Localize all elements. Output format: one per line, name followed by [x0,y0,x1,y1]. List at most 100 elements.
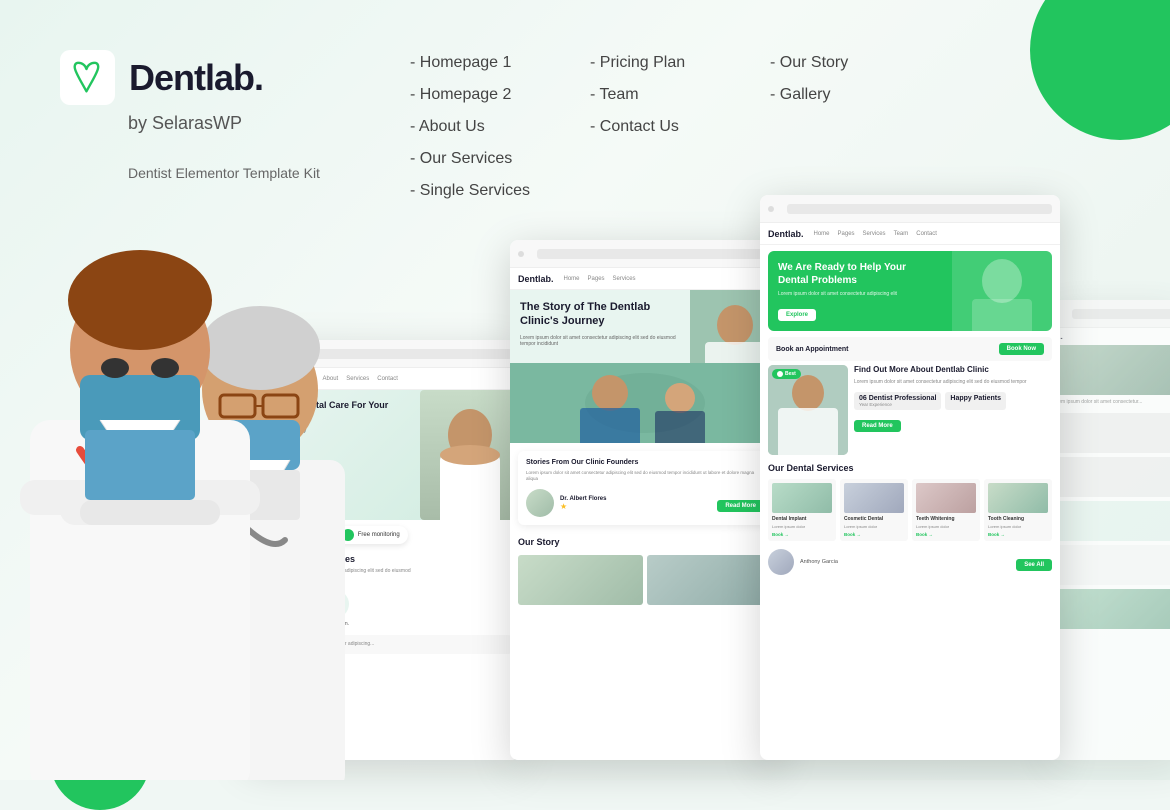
mockup-center-hero-text: Lorem ipsum dolor sit amet consectetur a… [520,335,683,347]
service-btn-4[interactable]: Book → [988,532,1048,537]
mockup-services-grid: Dental Implant Lorem ipsum dolor Book → … [768,479,1052,541]
doctor-figure-1 [0,100,280,780]
mockup-center-hero-title: The Story of The Dentlab Clinic's Journe… [520,300,683,329]
read-more-btn[interactable]: Read More [717,500,764,512]
mockup-center-nav-items: Home Pages Services [564,276,636,282]
nav-contact[interactable]: - Contact Us [590,114,730,140]
mockup-testimonial: Stories From Our Clinic Founders Lorem i… [518,451,772,526]
mockup-about-section: Best Find Out More About Dentlab Clinic … [768,365,1052,455]
mockup-bottom-action[interactable]: See All [1016,553,1052,571]
mockup-nav-item: Home [814,231,830,237]
service-desc-3: Lorem ipsum dolor [916,524,976,529]
mockup-nav-item: Pages [588,276,605,282]
mockup-bottom-profile: Anthony Garcia See All [768,549,1052,575]
mockup-our-story: Our Story [510,533,780,555]
nav-about[interactable]: - About Us [410,114,550,140]
service-img-2 [844,483,904,513]
service-name-2: Cosmetic Dental [844,516,904,522]
mockup-avatar [526,489,554,517]
mockup-about-text-col: Find Out More About Dentlab Clinic Lorem… [854,365,1052,455]
stat-1: 06 Dentist Professional Year Experience [854,392,941,410]
service-link-1[interactable]: Book → [772,532,832,537]
service-btn-3[interactable]: Book → [916,532,976,537]
service-cleaning: Tooth Cleaning Lorem ipsum dolor Book → [984,479,1052,541]
service-name-1: Dental Implant [772,516,832,522]
mockup-hero-doctor-img [952,251,1052,331]
img-badge-dot [777,371,783,377]
service-name-4: Tooth Cleaning [988,516,1048,522]
service-btn-2[interactable]: Book → [844,532,904,537]
mockup-fr-text: Lorem ipsum dolor sit amet consectetur..… [1051,399,1170,407]
main-container: Dentlab. by SelarasWP Dentist Elementor … [0,0,1170,780]
nav-gallery[interactable]: - Gallery [770,82,910,108]
mockup-img-badge: Best [772,369,801,379]
mockup-fr-block-1 [1051,413,1170,453]
service-link-3[interactable]: Book → [916,532,976,537]
mockup-nav-item: Contact [916,231,937,237]
mockup-fr-block-2 [1051,457,1170,497]
stat-2-label: Happy Patients [950,395,1001,402]
service-dental-implant: Dental Implant Lorem ipsum dolor Book → [768,479,836,541]
mockup-book-label: Book an Appointment [776,346,848,353]
mockup-right-cta[interactable]: Explore [778,309,816,321]
mockup-far-right: M... Lorem ipsum dolor sit amet consecte… [1045,300,1170,760]
stat-2: Happy Patients [945,392,1006,410]
mockup-fr-hero-img [1051,345,1170,395]
book-btn[interactable]: Book Now [999,343,1044,355]
service-link-2[interactable]: Book → [844,532,904,537]
nav-homepage2[interactable]: - Homepage 2 [410,82,550,108]
mockup-testimonial-title: Stories From Our Clinic Founders [526,459,764,466]
mockup-dot-c [518,251,524,257]
service-link-4[interactable]: Book → [988,532,1048,537]
mockup-fr-block-4 [1051,545,1170,585]
mockup-bar-r [787,204,1052,214]
read-more-about[interactable]: Read More [854,420,901,432]
mockup-services-title: Our Dental Services [768,463,1052,473]
see-all-btn[interactable]: See All [1016,559,1052,571]
service-desc-2: Lorem ipsum dolor [844,524,904,529]
nav-team[interactable]: - Team [590,82,730,108]
mockup-dot-r [768,206,774,212]
service-img-3 [916,483,976,513]
mockup-right-nav-items: Home Pages Services Team Contact [814,231,937,237]
mockup-bar-fr [1072,309,1170,319]
mockup-nav-item: Team [894,231,909,237]
nav-col-2: - Pricing Plan - Team - Contact Us [570,50,750,204]
nav-single-services[interactable]: - Single Services [410,178,550,204]
img-badge-text: Best [785,371,796,377]
mockup-center-header [510,240,780,268]
service-name-3: Teeth Whitening [916,516,976,522]
dental-procedure-img [510,363,780,443]
mockup-center: Dentlab. Home Pages Services The Story o… [510,240,780,760]
mockup-right-hero-title: We Are Ready to Help Your Dental Problem… [778,261,923,287]
mockup-image-grid [518,555,772,605]
mockup-hero-img [420,390,520,520]
mockup-read-more[interactable]: Read More [717,494,764,512]
mockup-bottom-avatar [768,549,794,575]
mockup-fr-block-5 [1051,589,1170,629]
mockup-far-right-header [1045,300,1170,328]
mockup-nav-item: Services [863,231,886,237]
mockup-grid-img-1 [518,555,643,605]
mockup-right-nav: Dentlab. Home Pages Services Team Contac… [760,223,1060,245]
mockup-bar-c [537,249,772,259]
mockup-grid-img-2 [647,555,772,605]
mockup-right-hero-text: Lorem ipsum dolor sit amet consectetur a… [778,291,923,297]
brand-area: Dentlab. [60,50,350,105]
nav-services[interactable]: - Our Services [410,146,550,172]
hero-doctor-small [952,251,1052,331]
mockup-about-doctor-img: Best [768,365,848,455]
nav-homepage1[interactable]: - Homepage 1 [410,50,550,76]
mockup-fr-content: M... Lorem ipsum dolor sit amet consecte… [1045,328,1170,635]
mockup-right: Dentlab. Home Pages Services Team Contac… [760,195,1060,760]
service-btn-1[interactable]: Book → [772,532,832,537]
mockup-doctor-name: Dr. Albert Flores [560,496,606,502]
mockup-right-logo: Dentlab. [768,229,804,239]
stat-1-value: 06 Dentist Professional [859,395,936,402]
stat-1-label: Year Experience [859,402,936,407]
nav-our-story[interactable]: - Our Story [770,50,910,76]
nav-pricing[interactable]: - Pricing Plan [590,50,730,76]
mockup-center-dental-img [510,363,780,443]
mockup-profile-info: Dr. Albert Flores ★ [560,496,606,511]
mockup-stats: 06 Dentist Professional Year Experience … [854,392,1052,410]
